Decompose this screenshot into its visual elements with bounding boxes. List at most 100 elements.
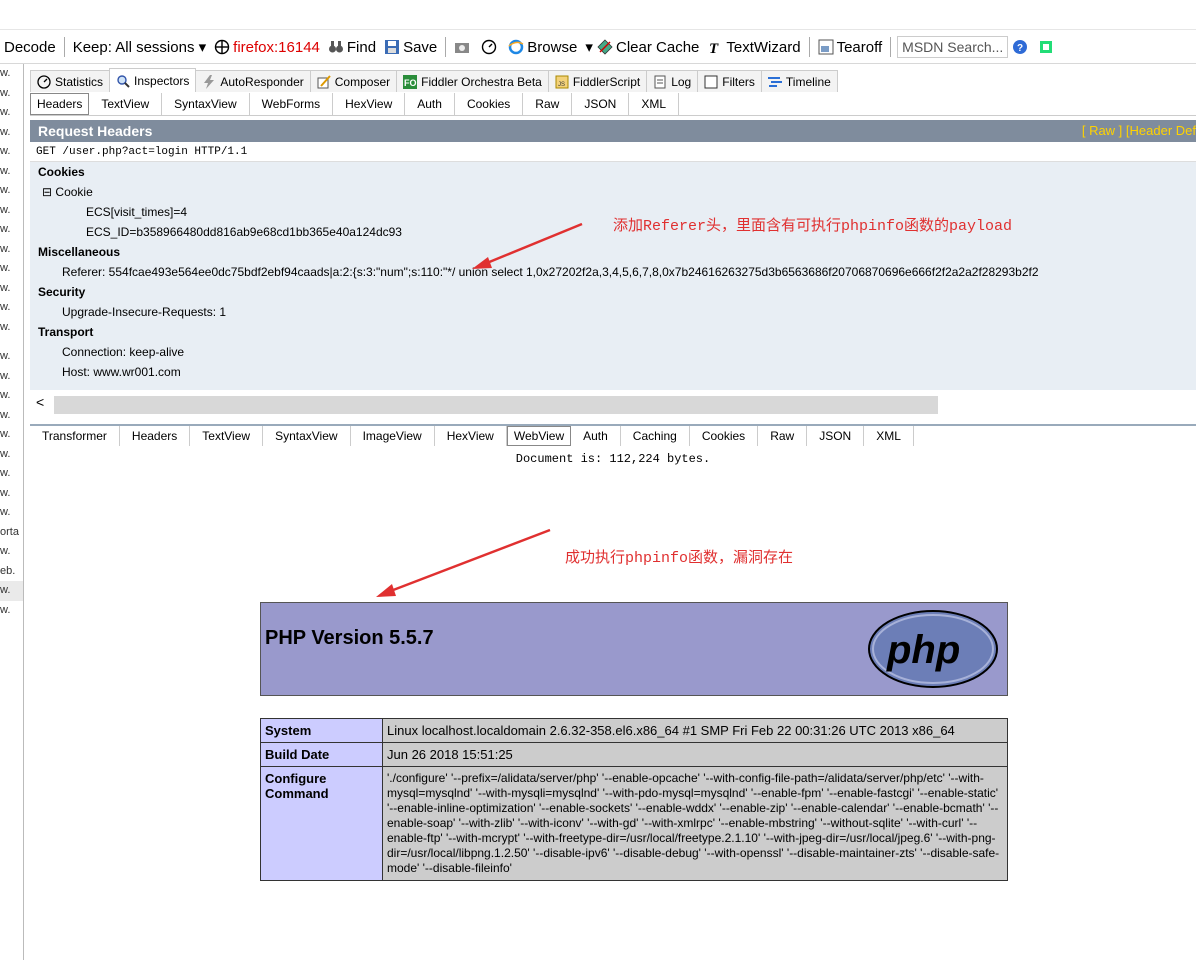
online-button[interactable] [1035,31,1062,63]
clear-cache-button[interactable]: ▾ Clear Cache [581,31,703,63]
session-row[interactable]: w. [0,181,23,201]
request-tab-textview[interactable]: TextView [89,93,163,115]
request-tab-auth[interactable]: Auth [405,93,455,115]
session-list[interactable]: w. w. w. w. w. w. w. w. w. w. w. w. w. w. w. w. w. w. w. w.… [0,64,24,960]
request-tab-json[interactable]: JSON [572,93,630,115]
response-tab-textview[interactable]: TextView [190,426,264,446]
msdn-search-input[interactable]: MSDN Search... [897,36,1009,58]
request-tab-xml[interactable]: XML [629,93,680,115]
tab-timeline[interactable]: Timeline [760,70,838,92]
timer-button[interactable] [477,31,504,63]
tab-composer[interactable]: Composer [309,70,398,92]
session-row[interactable]: w. [0,406,23,426]
response-tab-auth[interactable]: Auth [571,426,621,446]
session-row[interactable]: w. [0,464,23,484]
request-tab-hexview[interactable]: HexView [333,93,406,115]
save-button[interactable]: Save [380,31,441,63]
help-button[interactable]: ? [1008,31,1035,63]
session-row[interactable]: orta [0,523,23,543]
response-tab-transformer[interactable]: Transformer [30,426,120,446]
group-cookies: Cookies [38,165,85,179]
session-row[interactable]: w. [0,142,23,162]
session-row[interactable]: w. [0,259,23,279]
tab-fiddler-orchestra-beta[interactable]: FO Fiddler Orchestra Beta [396,70,549,92]
php-logo-text: php [886,628,960,672]
text-wizard-button[interactable]: T TextWizard [703,31,804,63]
phpinfo-row: Build Date Jun 26 2018 15:51:25 [260,742,1008,767]
session-row[interactable]: w. [0,123,23,143]
checkbox-icon [704,75,718,89]
scroll-left-icon[interactable]: < [36,394,44,410]
group-miscellaneous: Miscellaneous [38,245,121,259]
session-row[interactable]: w. [0,386,23,406]
collapse-icon[interactable]: ⊟ [42,185,52,199]
session-row[interactable]: w. [0,425,23,445]
response-tab-imageview[interactable]: ImageView [351,426,435,446]
session-row[interactable]: w. [0,484,23,504]
camera-icon [455,43,470,53]
binoculars-icon [328,41,343,53]
header-links[interactable]: [ Raw ] [Header Def [1082,120,1196,142]
session-row[interactable]: w. [0,298,23,318]
response-tab-json[interactable]: JSON [807,426,865,446]
process-filter-button[interactable]: firefox:16144 [210,31,324,63]
session-row[interactable]: w. [0,347,23,367]
save-label: Save [403,38,438,56]
response-tab-cookies[interactable]: Cookies [690,426,759,446]
find-button[interactable]: Find [324,31,380,63]
screenshot-button[interactable] [450,31,477,63]
cookie-node[interactable]: ⊟ Cookie [38,182,1196,202]
referer-annotation: 添加Referer头，里面含有可执行phpinfo函数的payload [613,218,1013,235]
inspector-pane: Statistics Inspectors AutoResponder Compose… [30,64,1196,960]
toolbar-separator [445,37,447,57]
request-tab-webforms[interactable]: WebForms [250,93,334,115]
session-row[interactable]: w. [0,240,23,260]
session-row[interactable] [0,337,23,347]
keep-sessions-dropdown[interactable]: Keep: All sessions ▾ [69,31,210,63]
pencil-icon [317,74,331,89]
session-row[interactable]: w. [0,64,23,84]
session-row[interactable]: w. [0,162,23,182]
response-tab-headers[interactable]: Headers [120,426,191,446]
response-tab-syntaxview[interactable]: SyntaxView [263,426,351,446]
tab-log[interactable]: Log [646,70,699,92]
response-tab-xml[interactable]: XML [864,426,914,446]
session-row[interactable]: w. [0,367,23,387]
tab-statistics[interactable]: Statistics [30,70,111,92]
tearoff-button[interactable]: Tearoff [814,31,887,63]
session-row[interactable]: w. [0,445,23,465]
tab-fiddlerscript[interactable]: JS FiddlerScript [547,70,648,92]
horizontal-scrollbar[interactable]: < [30,394,1196,416]
decode-button[interactable]: Decode [0,31,60,63]
session-row[interactable]: w. [0,84,23,104]
session-row[interactable]: w. [0,581,23,601]
session-row[interactable]: w. [0,201,23,221]
session-row[interactable]: w. [0,503,23,523]
request-tab-syntaxview[interactable]: SyntaxView [162,93,250,115]
request-tab-raw[interactable]: Raw [523,93,573,115]
tab-autoresponder[interactable]: AutoResponder [195,70,311,92]
tearoff-label: Tearoff [836,38,883,56]
upgrade-header: Upgrade-Insecure-Requests: 1 [62,305,227,319]
session-row[interactable]: w. [0,220,23,240]
request-tab-headers[interactable]: Headers [30,93,90,115]
phpinfo-key: Configure Command [260,766,383,881]
session-row[interactable]: w. [0,542,23,562]
request-tab-cookies[interactable]: Cookies [455,93,524,115]
response-tab-raw[interactable]: Raw [758,426,808,446]
scrollbar-thumb[interactable] [54,396,938,414]
phpinfo-key: System [260,718,383,743]
session-row[interactable]: eb. [0,562,23,582]
session-row[interactable]: w. [0,318,23,338]
timeline-icon [767,75,782,89]
session-row[interactable]: w. [0,279,23,299]
response-tab-hexview[interactable]: HexView [435,426,507,446]
session-row[interactable]: w. [0,601,23,621]
session-row[interactable]: w. [0,103,23,123]
tab-filters[interactable]: Filters [697,70,762,92]
tab-label: Statistics [55,74,104,89]
tab-inspectors[interactable]: Inspectors [109,68,197,92]
browse-button[interactable]: Browse [504,31,581,63]
response-tab-caching[interactable]: Caching [621,426,690,446]
response-tab-webview[interactable]: WebView [506,426,572,446]
